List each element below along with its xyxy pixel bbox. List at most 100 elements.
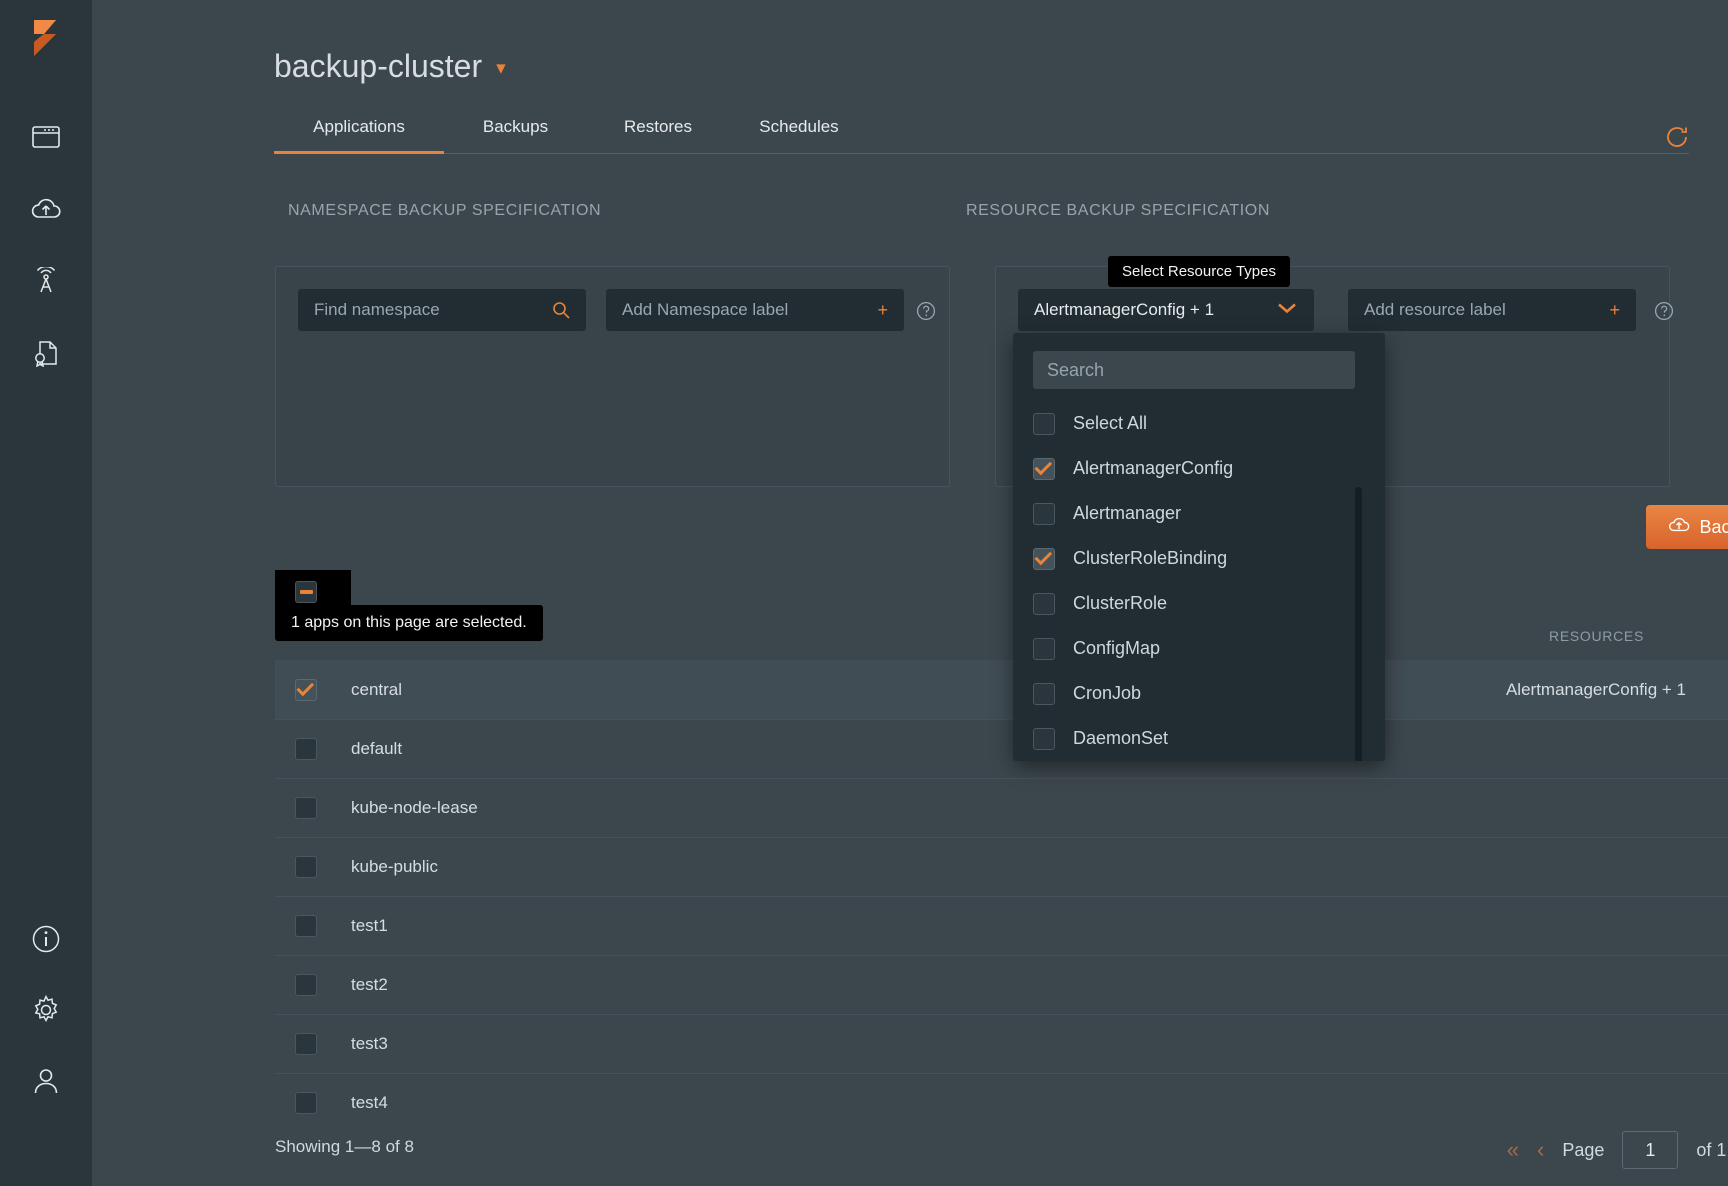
namespace-spec-heading: NAMESPACE BACKUP SPECIFICATION — [288, 202, 601, 220]
browser-window-icon[interactable] — [29, 120, 63, 154]
antenna-broadcast-icon[interactable] — [29, 264, 63, 298]
info-circle-icon[interactable] — [29, 922, 63, 956]
plus-icon[interactable]: + — [1609, 300, 1620, 321]
row-name: kube-node-lease — [351, 798, 478, 818]
tab-restores[interactable]: Restores — [587, 117, 729, 154]
search-icon[interactable] — [552, 301, 570, 319]
applications-table: RESOURCES central AlertmanagerConfig + 1… — [275, 614, 1728, 1132]
dropdown-scrollbar[interactable] — [1355, 487, 1362, 761]
sidebar-bottom-nav — [29, 922, 63, 1098]
checkbox-checked-icon[interactable] — [1033, 548, 1055, 570]
row-name: default — [351, 739, 402, 759]
namespace-label-input[interactable]: Add Namespace label + — [606, 289, 904, 331]
dropdown-item-label: ClusterRoleBinding — [1073, 548, 1227, 569]
showing-count: Showing 1—8 of 8 — [275, 1137, 414, 1157]
row-checkbox-cell — [275, 1092, 351, 1114]
backup-button-label: Backup — [1699, 517, 1728, 538]
row-checkbox-cell — [275, 856, 351, 878]
sidebar — [0, 0, 92, 1186]
resource-label-placeholder: Add resource label — [1364, 300, 1609, 320]
row-checkbox-cell — [275, 679, 351, 701]
chevron-down-icon[interactable] — [1276, 300, 1298, 320]
find-namespace-input[interactable]: Find namespace — [298, 289, 586, 331]
total-pages-label: of 1 — [1696, 1140, 1726, 1161]
help-circle-icon[interactable] — [1654, 301, 1674, 321]
row-checkbox-cell — [275, 738, 351, 760]
resource-types-select-value: AlertmanagerConfig + 1 — [1034, 300, 1214, 320]
checkbox-unchecked-icon[interactable] — [295, 974, 317, 996]
checkbox-unchecked-icon[interactable] — [1033, 683, 1055, 705]
checkbox-unchecked-icon[interactable] — [295, 856, 317, 878]
gear-icon[interactable] — [29, 993, 63, 1027]
dropdown-item-cronjob[interactable]: CronJob — [1033, 671, 1365, 716]
page-title-text: backup-cluster — [274, 48, 482, 85]
table-row[interactable]: kube-node-lease — [275, 778, 1728, 837]
table-row[interactable]: test2 — [275, 955, 1728, 1014]
dropdown-item-configmap[interactable]: ConfigMap — [1033, 626, 1365, 671]
row-name: test4 — [351, 1093, 388, 1113]
checkbox-unchecked-icon[interactable] — [295, 738, 317, 760]
dropdown-item-clusterrole[interactable]: ClusterRole — [1033, 581, 1365, 626]
resource-label-input[interactable]: Add resource label + — [1348, 289, 1636, 331]
page-title[interactable]: backup-cluster ▾ — [274, 48, 506, 85]
checkbox-unchecked-icon[interactable] — [295, 915, 317, 937]
selection-tooltip: 1 apps on this page are selected. — [275, 605, 543, 641]
plus-icon[interactable]: + — [877, 300, 888, 321]
resource-types-select[interactable]: AlertmanagerConfig + 1 — [1018, 289, 1314, 331]
checkbox-unchecked-icon[interactable] — [295, 1033, 317, 1055]
table-footer: Showing 1—8 of 8 « ‹ Page 1 of 1 › » — [275, 1131, 1728, 1171]
dropdown-item-list: Select All AlertmanagerConfig Alertmanag… — [1033, 401, 1365, 761]
checkbox-unchecked-icon[interactable] — [295, 797, 317, 819]
tab-backups[interactable]: Backups — [444, 117, 587, 154]
help-circle-icon[interactable] — [916, 301, 936, 321]
row-checkbox-cell — [275, 915, 351, 937]
row-name: test3 — [351, 1034, 388, 1054]
checkbox-unchecked-icon[interactable] — [1033, 503, 1055, 525]
dropdown-search-input[interactable]: Search — [1033, 351, 1355, 389]
checkbox-checked-icon[interactable] — [1033, 458, 1055, 480]
checkbox-unchecked-icon[interactable] — [1033, 593, 1055, 615]
tab-applications[interactable]: Applications — [274, 117, 444, 154]
main-content: backup-cluster ▾ Applications Backups Re… — [92, 0, 1728, 1186]
dropdown-item-select-all[interactable]: Select All — [1033, 401, 1365, 446]
checkbox-checked-icon[interactable] — [295, 679, 317, 701]
tab-schedules[interactable]: Schedules — [729, 117, 869, 154]
cloud-upload-icon — [1668, 516, 1690, 538]
row-name: test2 — [351, 975, 388, 995]
pagination: « ‹ Page 1 of 1 › » — [1507, 1131, 1728, 1169]
dropdown-item-label: AlertmanagerConfig — [1073, 458, 1233, 479]
table-row[interactable]: test1 — [275, 896, 1728, 955]
dropdown-item-label: Alertmanager — [1073, 503, 1181, 524]
chevron-down-icon[interactable]: ▾ — [496, 59, 506, 78]
checkbox-unchecked-icon[interactable] — [1033, 638, 1055, 660]
column-header-resources: RESOURCES — [1549, 628, 1644, 644]
namespace-label-placeholder: Add Namespace label — [622, 300, 877, 320]
dropdown-item-alertmanagerconfig[interactable]: AlertmanagerConfig — [1033, 446, 1365, 491]
row-resources: AlertmanagerConfig + 1 — [1506, 680, 1686, 700]
table-row[interactable]: kube-public — [275, 837, 1728, 896]
backup-button[interactable]: Backup — [1646, 505, 1728, 549]
certificate-document-icon[interactable] — [29, 336, 63, 370]
chevron-left-icon[interactable]: ‹ — [1537, 1139, 1544, 1161]
table-row[interactable]: default — [275, 719, 1728, 778]
dropdown-item-clusterrolebinding[interactable]: ClusterRoleBinding — [1033, 536, 1365, 581]
row-name: test1 — [351, 916, 388, 936]
table-row[interactable]: test3 — [275, 1014, 1728, 1073]
double-chevron-left-icon[interactable]: « — [1507, 1139, 1519, 1161]
checkbox-unchecked-icon[interactable] — [1033, 413, 1055, 435]
find-namespace-placeholder: Find namespace — [314, 300, 552, 320]
checkbox-unchecked-icon[interactable] — [295, 1092, 317, 1114]
page-label: Page — [1562, 1140, 1604, 1161]
dropdown-item-label: CronJob — [1073, 683, 1141, 704]
table-row[interactable]: central AlertmanagerConfig + 1 — [275, 660, 1728, 719]
dropdown-item-daemonset[interactable]: DaemonSet — [1033, 716, 1365, 761]
refresh-icon[interactable] — [1662, 122, 1692, 152]
checkbox-indeterminate-icon[interactable] — [295, 581, 317, 603]
checkbox-unchecked-icon[interactable] — [1033, 728, 1055, 750]
table-row[interactable]: test4 — [275, 1073, 1728, 1132]
dropdown-item-alertmanager[interactable]: Alertmanager — [1033, 491, 1365, 536]
user-icon[interactable] — [29, 1064, 63, 1098]
page-number-input[interactable]: 1 — [1622, 1131, 1678, 1169]
cloud-upload-icon[interactable] — [29, 192, 63, 226]
portworx-logo[interactable] — [22, 18, 70, 74]
